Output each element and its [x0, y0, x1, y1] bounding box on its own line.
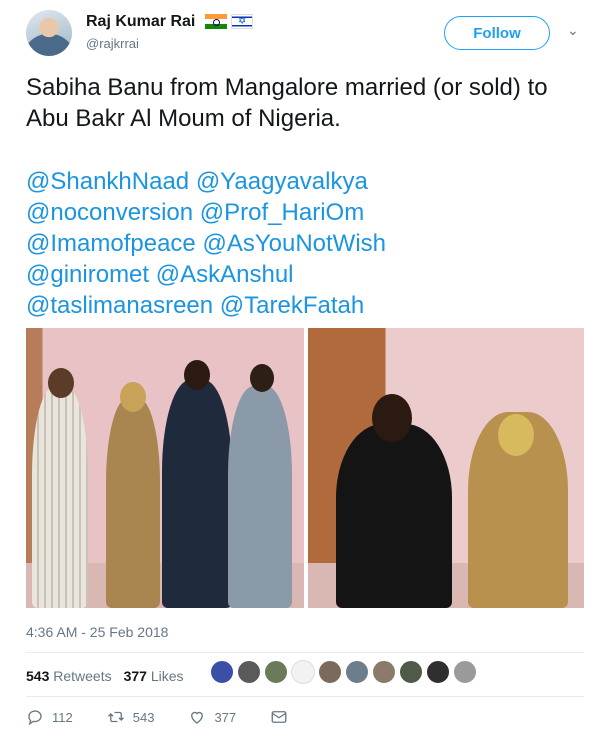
message-button[interactable] [270, 708, 288, 726]
retweet-icon [107, 711, 124, 723]
user-handle[interactable]: @rajkrrai [86, 36, 139, 51]
photo-figure [106, 398, 160, 608]
photo-figure-head [372, 394, 412, 442]
liker-avatar[interactable] [264, 660, 288, 684]
liker-avatar[interactable] [345, 660, 369, 684]
photo-figure [162, 380, 232, 608]
like-count: 377 [214, 709, 237, 725]
mention-link[interactable]: @Prof_HariOm [200, 199, 364, 226]
photo-figure [228, 386, 292, 608]
retweet-count: 543 [132, 709, 155, 725]
photo-figure-head [120, 382, 146, 412]
liker-avatar[interactable] [291, 660, 315, 684]
mention-link[interactable]: @AsYouNotWish [202, 230, 386, 257]
tweet-text: Sabiha Banu from Mangalore married (or s… [26, 74, 548, 132]
photo-figure [336, 424, 452, 608]
reply-icon [28, 710, 42, 726]
liker-avatar[interactable] [372, 660, 396, 684]
reply-button[interactable]: 112 [26, 708, 73, 726]
avatar[interactable] [26, 10, 72, 56]
likes-count: 377 [123, 668, 147, 684]
israel-flag-icon [231, 14, 253, 29]
retweet-button[interactable]: 543 [107, 708, 155, 726]
tweet-timestamp[interactable]: 4:36 AM - 25 Feb 2018 [26, 624, 168, 640]
liker-avatar[interactable] [237, 660, 261, 684]
mention-link[interactable]: @noconversion [26, 199, 193, 226]
heart-icon [191, 711, 204, 724]
india-flag-icon [205, 14, 227, 29]
retweets-stat[interactable]: 543 Retweets [26, 668, 112, 684]
mention-link[interactable]: @giniromet [26, 261, 149, 288]
mention-link[interactable]: @taslimanasreen [26, 292, 213, 319]
photo-figure [32, 386, 88, 608]
follow-button[interactable]: Follow [444, 16, 550, 50]
retweets-count: 543 [26, 668, 50, 684]
tweet-mentions: @ShankhNaad @Yaagyavalkya @noconversion … [26, 166, 576, 321]
divider [26, 696, 584, 697]
photo-figure-head [498, 414, 534, 456]
mention-link[interactable]: @AskAnshul [156, 261, 294, 288]
photo-figure-head [184, 360, 210, 390]
photo-figure-head [250, 364, 274, 392]
tweet-photo[interactable] [26, 328, 304, 608]
mention-link[interactable]: @Yaagyavalkya [196, 168, 368, 195]
tweet-media [26, 328, 584, 608]
tweet-actions: 112 543 377 [26, 708, 322, 726]
mention-link[interactable]: @ShankhNaad [26, 168, 189, 195]
liker-avatar[interactable] [399, 660, 423, 684]
liker-avatar[interactable] [426, 660, 450, 684]
liker-avatar[interactable] [453, 660, 477, 684]
tweet-stats: 543 Retweets 377 Likes [26, 668, 184, 684]
photo-figure-head [48, 368, 74, 398]
user-flags [205, 14, 253, 29]
user-name[interactable]: Raj Kumar Rai [86, 13, 195, 31]
retweets-label: Retweets [53, 668, 112, 684]
divider [26, 652, 584, 653]
liker-avatars [210, 660, 477, 684]
mention-link[interactable]: @TarekFatah [220, 292, 364, 319]
likes-stat[interactable]: 377 Likes [124, 668, 184, 684]
likes-label: Likes [150, 668, 184, 684]
liker-avatar[interactable] [210, 660, 234, 684]
mention-link[interactable]: @Imamofpeace [26, 230, 196, 257]
envelope-icon [271, 711, 287, 723]
liker-avatar[interactable] [318, 660, 342, 684]
like-button[interactable]: 377 [188, 708, 236, 726]
reply-count: 112 [52, 709, 73, 725]
chevron-down-icon[interactable]: ⌄ [567, 22, 579, 39]
tweet-photo[interactable] [308, 328, 584, 608]
